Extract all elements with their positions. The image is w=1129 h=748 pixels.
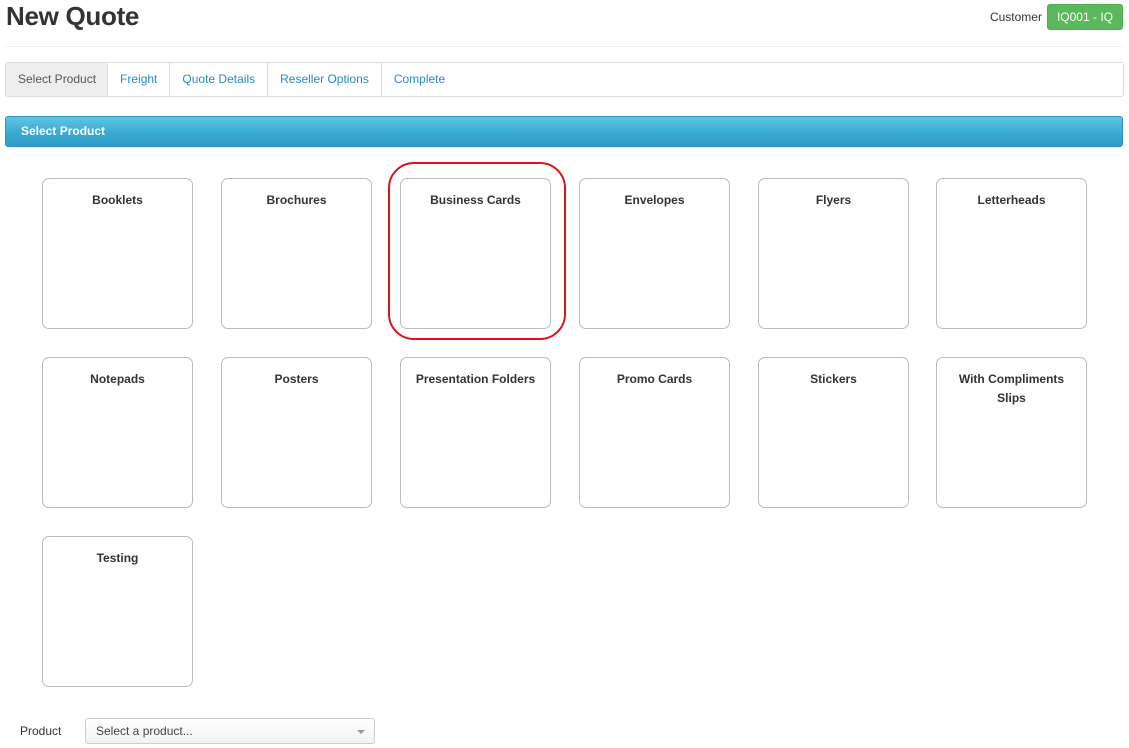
customer-label: Customer	[989, 10, 1042, 24]
product-card-booklets[interactable]: Booklets	[42, 178, 193, 329]
product-card-with-compliments-slips[interactable]: With Compliments Slips	[936, 357, 1087, 508]
product-card-label: Envelopes	[624, 193, 685, 207]
tab-freight[interactable]: Freight	[108, 63, 171, 96]
product-card-label: Presentation Folders	[415, 372, 536, 386]
panel-header: Select Product	[5, 116, 1123, 147]
product-select-placeholder: Select a product...	[96, 724, 193, 738]
product-card-label: Testing	[96, 551, 139, 565]
product-card-flyers[interactable]: Flyers	[758, 178, 909, 329]
product-card-label: Business Cards	[430, 193, 521, 207]
product-card-label: With Compliments Slips	[958, 372, 1065, 405]
product-card-envelopes[interactable]: Envelopes	[579, 178, 730, 329]
product-card-presentation-folders[interactable]: Presentation Folders	[400, 357, 551, 508]
product-field-label: Product	[20, 724, 62, 738]
product-card-testing[interactable]: Testing	[42, 536, 193, 687]
product-card-stickers[interactable]: Stickers	[758, 357, 909, 508]
product-field-row: Product Select a product...	[20, 718, 375, 744]
page-title: New Quote	[6, 1, 140, 31]
product-select[interactable]: Select a product...	[85, 718, 375, 744]
product-card-promo-cards[interactable]: Promo Cards	[579, 357, 730, 508]
chevron-down-icon	[357, 730, 365, 734]
product-card-label: Letterheads	[977, 193, 1046, 207]
tab-select-product[interactable]: Select Product	[6, 63, 109, 96]
product-card-posters[interactable]: Posters	[221, 357, 372, 508]
product-card-label: Stickers	[810, 372, 857, 386]
product-card-label: Booklets	[92, 193, 143, 207]
wizard-tabs: Select Product Freight Quote Details Res…	[5, 62, 1124, 97]
product-card-brochures[interactable]: Brochures	[221, 178, 372, 329]
product-card-label: Notepads	[90, 372, 145, 386]
product-card-label: Promo Cards	[616, 372, 693, 386]
title-divider	[6, 46, 1123, 47]
product-card-letterheads[interactable]: Letterheads	[936, 178, 1087, 329]
product-card-notepads[interactable]: Notepads	[42, 357, 193, 508]
tab-quote-details[interactable]: Quote Details	[170, 63, 269, 96]
product-card-business-cards[interactable]: Business Cards	[400, 178, 551, 329]
tab-complete[interactable]: Complete	[382, 63, 457, 96]
product-card-label: Brochures	[266, 193, 327, 207]
tab-reseller-options[interactable]: Reseller Options	[268, 63, 382, 96]
product-card-label: Flyers	[815, 193, 852, 207]
product-card-label: Posters	[274, 372, 319, 386]
customer-info: Customer IQ001 - IQ	[990, 4, 1123, 30]
customer-badge[interactable]: IQ001 - IQ	[1046, 4, 1123, 30]
